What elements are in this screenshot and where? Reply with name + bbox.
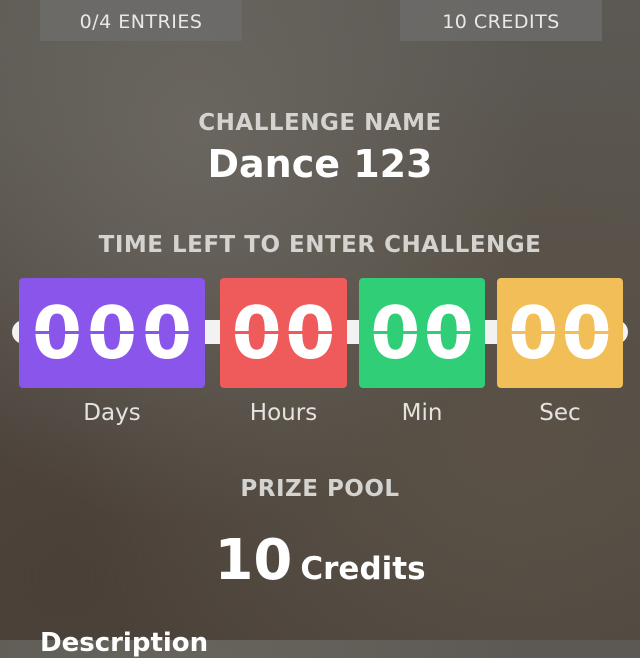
seconds-digit: 0 — [559, 291, 614, 375]
days-counter: 0 0 0 — [19, 278, 205, 388]
challenge-name: Dance 123 — [207, 142, 433, 186]
days-digit: 0 — [140, 291, 194, 375]
hours-counter: 0 0 — [220, 278, 347, 388]
seconds-unit-label: Sec — [539, 400, 581, 426]
minutes-counter: 0 0 — [359, 278, 485, 388]
challenge-name-label: CHALLENGE NAME — [198, 110, 442, 136]
hours-digit: 0 — [229, 291, 284, 375]
days-digit: 0 — [85, 291, 139, 375]
minutes-digit: 0 — [421, 291, 476, 375]
seconds-counter: 0 0 — [497, 278, 623, 388]
top-bar: 0/4 ENTRIES 10 CREDITS — [0, 0, 640, 41]
entries-button[interactable]: 0/4 ENTRIES — [40, 0, 242, 41]
timer-label: TIME LEFT TO ENTER CHALLENGE — [98, 232, 542, 258]
prize-amount: 10 — [214, 528, 293, 593]
prize-pool-label: PRIZE POOL — [240, 476, 400, 502]
credits-button[interactable]: 10 CREDITS — [400, 0, 602, 41]
seconds-digit: 0 — [506, 291, 561, 375]
prize-unit: Credits — [300, 551, 426, 587]
days-digit: 0 — [30, 291, 84, 375]
hours-digit: 0 — [283, 291, 338, 375]
description-label: Description — [40, 628, 209, 658]
minutes-digit: 0 — [368, 291, 423, 375]
days-unit-label: Days — [83, 400, 141, 426]
minutes-unit-label: Min — [401, 400, 443, 426]
hours-unit-label: Hours — [249, 400, 318, 426]
prize-pool-value: 10 Credits — [0, 528, 640, 593]
